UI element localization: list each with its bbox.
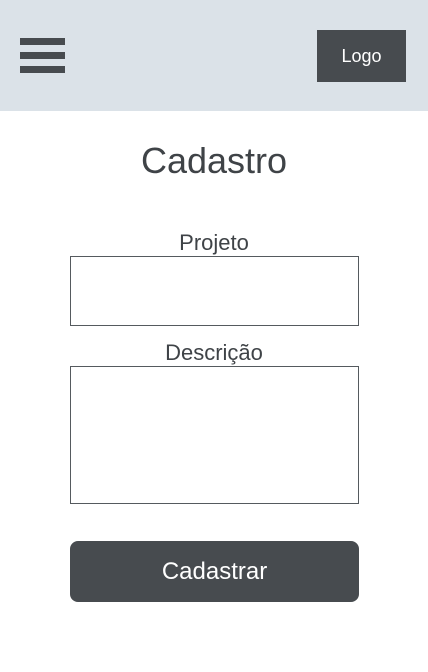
submit-button[interactable]: Cadastrar xyxy=(70,541,359,602)
description-label: Descrição xyxy=(165,340,263,365)
logo: Logo xyxy=(317,30,406,82)
description-textarea[interactable] xyxy=(70,366,359,504)
menu-line xyxy=(20,52,65,59)
header-bar: Logo xyxy=(0,0,428,111)
hamburger-menu-icon[interactable] xyxy=(20,38,65,73)
project-label: Projeto xyxy=(179,230,249,255)
project-input[interactable] xyxy=(70,256,359,326)
page-title: Cadastro xyxy=(140,140,288,181)
menu-line xyxy=(20,66,65,73)
menu-line xyxy=(20,38,65,45)
